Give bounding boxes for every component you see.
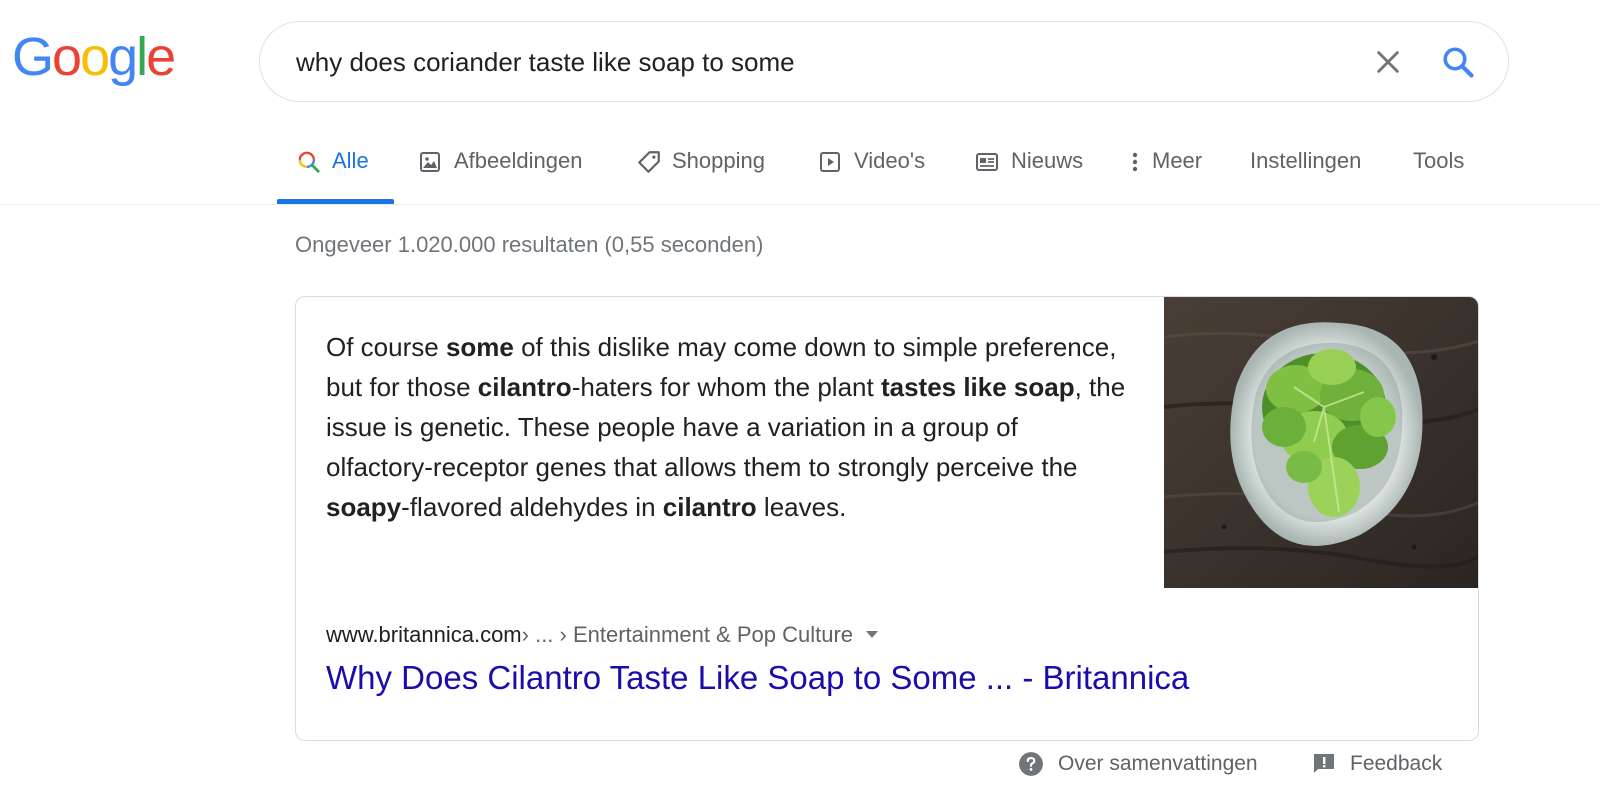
about-snippets-button[interactable]: Over samenvattingen xyxy=(1018,748,1258,780)
cilantro-image[interactable] xyxy=(1164,297,1478,588)
tab-tools[interactable]: Tools xyxy=(1413,140,1464,204)
tab-label: Nieuws xyxy=(1011,148,1084,173)
close-icon xyxy=(1377,51,1399,73)
newspaper-icon xyxy=(975,148,1005,176)
logo-letter: o xyxy=(52,27,82,87)
tab-label: Meer xyxy=(1152,148,1203,173)
snippet-part: Of course xyxy=(326,332,446,362)
logo-letter: g xyxy=(108,27,138,87)
active-tab-indicator xyxy=(277,199,394,204)
tab-label: Tools xyxy=(1413,148,1465,173)
snippet-highlight: tastes like soap xyxy=(880,372,1075,402)
snippet-text: Of course some of this dislike may come … xyxy=(326,327,1126,527)
caret-down-icon[interactable] xyxy=(865,630,879,640)
tab-shopping[interactable]: Shopping xyxy=(636,140,765,204)
more-vert-icon xyxy=(1130,148,1146,176)
play-icon xyxy=(818,148,848,176)
tab-videos[interactable]: Video's xyxy=(818,140,925,204)
result-title-link[interactable]: Why Does Cilantro Taste Like Soap to Som… xyxy=(326,659,1189,697)
search-box xyxy=(259,21,1509,102)
google-logo[interactable]: Google xyxy=(12,27,176,87)
search-button[interactable] xyxy=(1436,40,1480,84)
tab-label: Afbeeldingen xyxy=(454,148,583,173)
breadcrumb-domain: www.britannica.com xyxy=(326,622,522,647)
logo-letter: o xyxy=(80,27,110,87)
snippet-part: -haters for whom the plant xyxy=(571,372,881,402)
image-icon xyxy=(418,148,448,176)
search-multicolor-icon xyxy=(296,148,326,176)
snippet-part: leaves. xyxy=(756,492,847,522)
feedback-label: Feedback xyxy=(1350,752,1443,775)
snippet-highlight: cilantro xyxy=(662,492,757,522)
result-breadcrumb: www.britannica.com › ... › Entertainment… xyxy=(326,622,879,648)
snippet-highlight: soapy xyxy=(326,492,402,522)
tab-instellingen[interactable]: Instellingen xyxy=(1250,140,1361,204)
snippet-part: -flavored aldehydes in xyxy=(401,492,663,522)
clear-search-button[interactable] xyxy=(1368,42,1408,82)
featured-snippet: Of course some of this dislike may come … xyxy=(295,296,1479,741)
snippet-highlight: some xyxy=(445,332,514,362)
tab-label: Video's xyxy=(854,148,926,173)
cilantro-bowl-picture xyxy=(1164,297,1478,588)
result-stats: Ongeveer 1.020.000 resultaten (0,55 seco… xyxy=(295,232,764,257)
tab-alle[interactable]: Alle xyxy=(296,140,369,204)
tab-label: Alle xyxy=(332,148,369,173)
search-input[interactable] xyxy=(296,42,1296,82)
about-snippets-label: Over samenvattingen xyxy=(1058,752,1258,775)
tab-label: Shopping xyxy=(672,148,765,173)
breadcrumb-path: › ... › Entertainment & Pop Culture xyxy=(521,622,854,647)
search-icon xyxy=(1443,47,1474,78)
tab-afbeeldingen[interactable]: Afbeeldingen xyxy=(418,140,582,204)
tab-meer[interactable]: Meer xyxy=(1130,140,1202,204)
tab-label: Instellingen xyxy=(1250,148,1362,173)
tab-nieuws[interactable]: Nieuws xyxy=(975,140,1083,204)
logo-letter: l xyxy=(136,27,148,87)
tag-icon xyxy=(636,148,666,176)
search-tabs: Alle Afbeeldingen Shopping Video's Nieuw… xyxy=(0,140,1600,205)
logo-letter: e xyxy=(146,27,176,87)
feedback-icon xyxy=(1312,752,1336,776)
logo-letter: G xyxy=(12,27,54,87)
help-icon xyxy=(1018,751,1044,777)
feedback-button[interactable]: Feedback xyxy=(1312,748,1442,780)
snippet-highlight: cilantro xyxy=(477,372,572,402)
